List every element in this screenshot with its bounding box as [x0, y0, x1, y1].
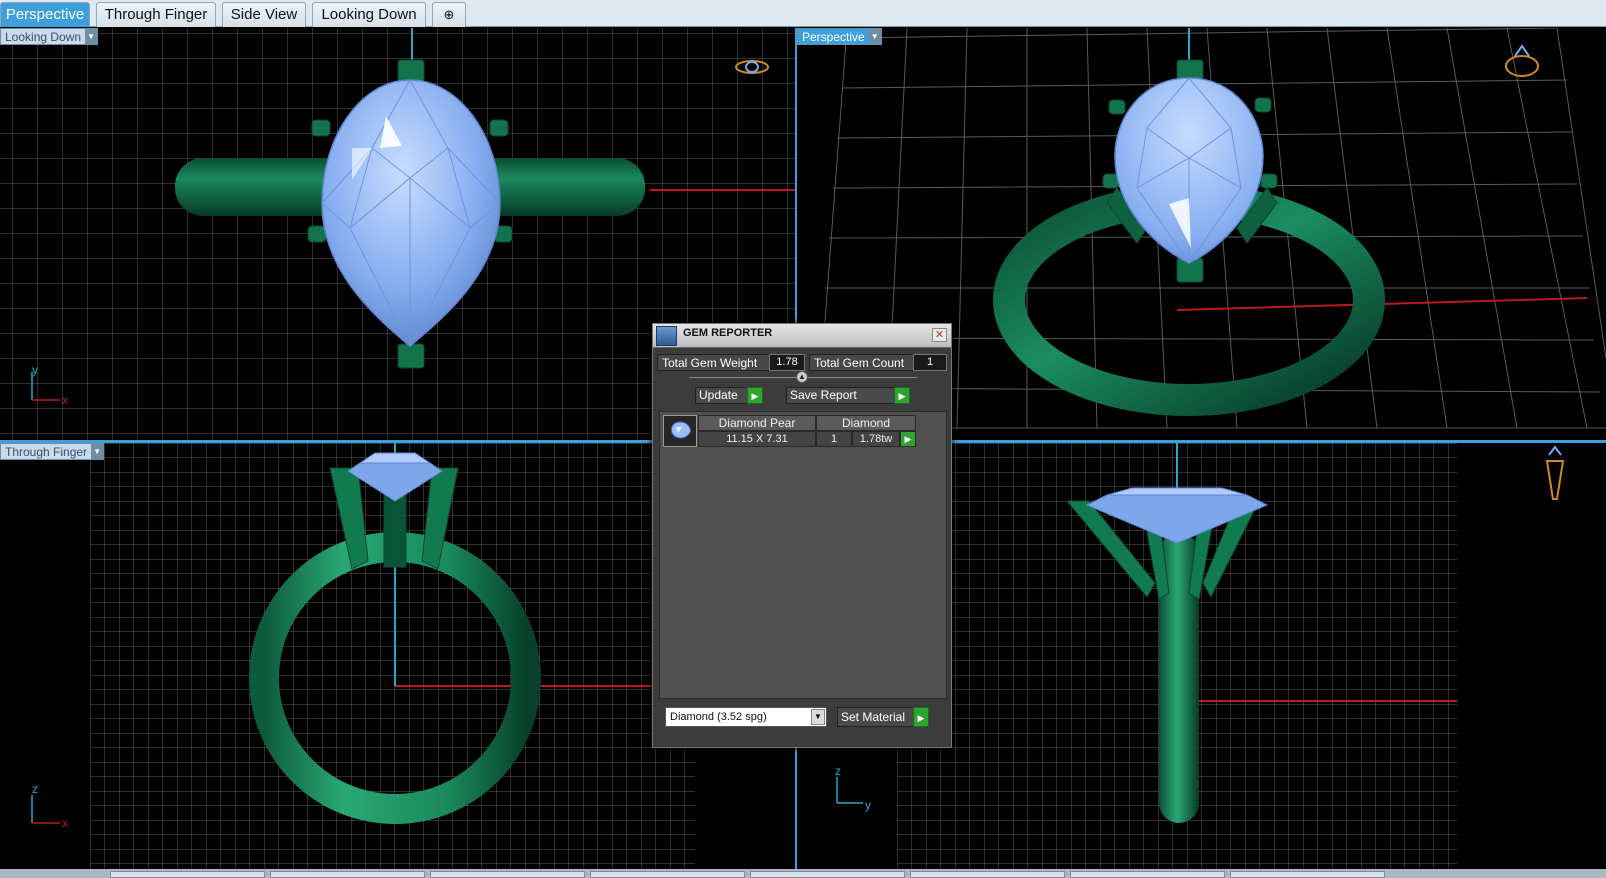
- tab-side-view[interactable]: Side View: [222, 2, 306, 27]
- gem-qty-cell: 1: [816, 431, 852, 447]
- axis-y-label: y: [865, 798, 871, 812]
- taskbar-item[interactable]: [270, 871, 425, 878]
- chevron-down-icon[interactable]: ▼: [868, 29, 881, 44]
- taskbar-item[interactable]: [590, 871, 745, 878]
- axis-x-label: x: [62, 393, 68, 407]
- taskbar-item[interactable]: [110, 871, 265, 878]
- gem-material-cell: Diamond: [816, 415, 916, 431]
- viewport-label-perspective[interactable]: Perspective ▼: [797, 28, 882, 45]
- dialog-title: GEM REPORTER: [683, 327, 773, 339]
- set-material-button[interactable]: Set Material ▶: [837, 707, 929, 727]
- total-gem-weight-value: 1.78: [769, 354, 805, 371]
- tab-perspective[interactable]: Perspective: [0, 2, 90, 27]
- gem-thumbnail-pear-icon[interactable]: [663, 415, 697, 447]
- gem-weight-cell: 1.78tw: [852, 431, 900, 447]
- taskbar-item[interactable]: [1230, 871, 1385, 878]
- gem-reporter-icon: [656, 326, 677, 346]
- view-cube-ring-icon[interactable]: [1505, 44, 1539, 77]
- dialog-title-bar[interactable]: GEM REPORTER ✕: [653, 324, 951, 348]
- update-button[interactable]: Update ▶: [695, 387, 763, 404]
- tab-through-finger[interactable]: Through Finger: [96, 2, 216, 27]
- axis-z-label: z: [835, 764, 841, 778]
- axis-x-label: x: [62, 816, 68, 830]
- total-gem-count-value: 1: [913, 354, 947, 371]
- chevron-down-icon: ▼: [811, 709, 825, 725]
- viewport-label-through-finger[interactable]: Through Finger ▼: [0, 443, 105, 460]
- axis-z-label: z: [32, 782, 38, 796]
- chevron-down-icon[interactable]: ▼: [85, 29, 98, 44]
- play-arrow-icon: ▶: [747, 387, 763, 404]
- play-arrow-icon: ▶: [894, 387, 910, 404]
- collapse-arrow-icon[interactable]: ▲: [796, 371, 808, 383]
- play-arrow-icon: ▶: [913, 707, 929, 727]
- viewport-label-looking-down[interactable]: Looking Down ▼: [0, 28, 99, 45]
- tab-looking-down[interactable]: Looking Down: [312, 2, 426, 27]
- close-button[interactable]: ✕: [932, 328, 947, 342]
- total-gem-weight-label: Total Gem Weight: [657, 354, 775, 371]
- gem-row-action-button[interactable]: ▶: [900, 431, 916, 447]
- taskbar-item[interactable]: [1070, 871, 1225, 878]
- taskbar: [0, 869, 1606, 878]
- gem-list: Diamond Pear Diamond 11.15 X 7.31 1 1.78…: [659, 411, 947, 699]
- axis-indicator: [31, 795, 60, 824]
- chevron-down-icon[interactable]: ▼: [91, 444, 104, 459]
- gem-name-cell: Diamond Pear: [698, 415, 816, 431]
- taskbar-item[interactable]: [750, 871, 905, 878]
- axis-indicator: [836, 777, 863, 804]
- save-report-button[interactable]: Save Report ▶: [786, 387, 910, 404]
- viewport-tab-bar: Perspective Through Finger Side View Loo…: [0, 0, 1606, 27]
- material-select[interactable]: Diamond (3.52 spg) ▼: [665, 707, 827, 727]
- taskbar-item[interactable]: [430, 871, 585, 878]
- axis-y-label: y: [32, 363, 38, 377]
- gem-reporter-dialog: GEM REPORTER ✕ Total Gem Weight 1.78 Tot…: [652, 323, 952, 748]
- gem-size-cell: 11.15 X 7.31: [698, 431, 816, 447]
- taskbar-item[interactable]: [910, 871, 1065, 878]
- view-cube-side-icon[interactable]: [1545, 445, 1565, 500]
- add-tab-button[interactable]: ⊕: [432, 2, 466, 27]
- total-gem-count-label: Total Gem Count: [809, 354, 919, 371]
